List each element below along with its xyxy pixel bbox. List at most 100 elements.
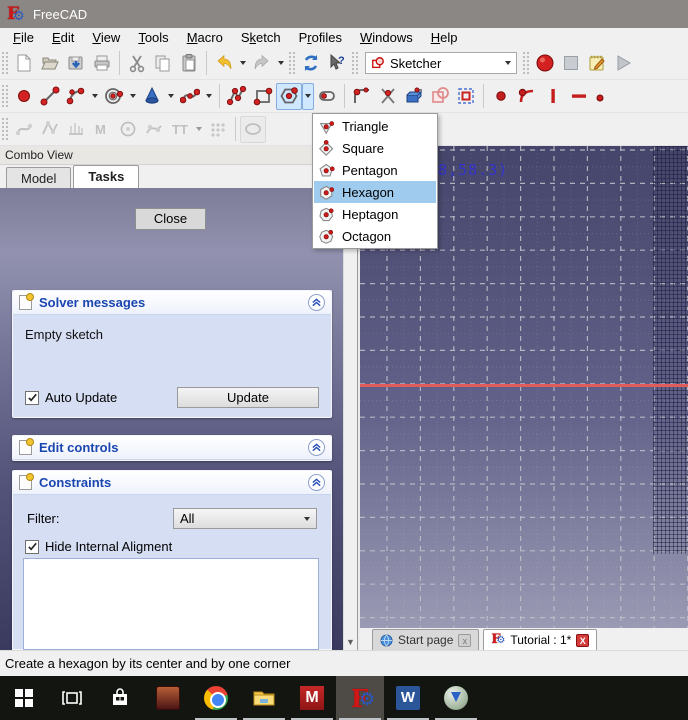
save-button[interactable]: [63, 50, 89, 77]
print-button[interactable]: [89, 50, 115, 77]
menu-profiles[interactable]: Profiles: [290, 29, 351, 46]
menu-item-square[interactable]: Square: [314, 137, 436, 159]
bspline-dropdown-button[interactable]: [193, 116, 205, 143]
constraint-vertical-button[interactable]: [540, 83, 566, 110]
create-line-button[interactable]: [37, 83, 63, 110]
toolbar-grip[interactable]: [289, 52, 295, 74]
cut-button[interactable]: [124, 50, 150, 77]
m-app-button[interactable]: M: [288, 676, 336, 720]
word-button[interactable]: W: [384, 676, 432, 720]
menu-tools[interactable]: Tools: [129, 29, 177, 46]
bspline-polygon-button[interactable]: [37, 116, 63, 143]
constraint-horizontal-button[interactable]: [566, 83, 592, 110]
collapse-button[interactable]: [308, 294, 325, 311]
chrome-button[interactable]: [192, 676, 240, 720]
create-arc-button[interactable]: [63, 83, 89, 110]
combo-view-scrollbar[interactable]: ▲ ▼: [343, 188, 356, 650]
constraint-point-on-object-button[interactable]: [514, 83, 540, 110]
hide-internal-checkbox[interactable]: Hide Internal Aligment: [25, 539, 317, 554]
menu-file[interactable]: File: [4, 29, 43, 46]
conic-dropdown-button[interactable]: [165, 83, 177, 110]
whatsthis-button[interactable]: ?: [324, 50, 350, 77]
close-tab-icon[interactable]: X: [576, 633, 590, 647]
bspline-comb-button[interactable]: [63, 116, 89, 143]
external-geometry-button[interactable]: [427, 83, 453, 110]
create-conic-button[interactable]: [139, 83, 165, 110]
copy-button[interactable]: [150, 50, 176, 77]
file-explorer-button[interactable]: [240, 676, 288, 720]
trim-button[interactable]: [375, 83, 401, 110]
redo-button[interactable]: [249, 50, 275, 77]
create-bspline-button[interactable]: [177, 83, 203, 110]
tab-model[interactable]: Model: [6, 167, 72, 188]
bspline-degree-button[interactable]: [11, 116, 37, 143]
menu-item-octagon[interactable]: Octagon: [314, 225, 436, 247]
undo-dropdown-button[interactable]: [237, 50, 249, 77]
extend-button[interactable]: [401, 83, 427, 110]
arc-dropdown-button[interactable]: [89, 83, 101, 110]
scroll-down-icon[interactable]: ▼: [344, 635, 357, 650]
increase-degree-button[interactable]: [141, 116, 167, 143]
collapse-button[interactable]: [308, 439, 325, 456]
tab-tutorial[interactable]: F ⚙ Tutorial : 1* X: [483, 629, 598, 650]
menu-item-triangle[interactable]: Triangle: [314, 115, 436, 137]
start-button[interactable]: [0, 676, 48, 720]
switch-virtual-space-button[interactable]: [240, 115, 266, 143]
create-circle-button[interactable]: [101, 83, 127, 110]
toolbar-grip[interactable]: [523, 52, 529, 74]
task-view-button[interactable]: [48, 676, 96, 720]
carbon-copy-button[interactable]: [453, 83, 479, 110]
edit-controls-header[interactable]: Edit controls: [13, 436, 331, 460]
toolbar-grip[interactable]: [352, 52, 358, 74]
knot-multiplicity-button[interactable]: TT: [167, 116, 193, 143]
polygon-dropdown-button[interactable]: [302, 82, 314, 110]
create-polyline-button[interactable]: [224, 83, 250, 110]
constraints-header[interactable]: Constraints: [13, 471, 331, 495]
menu-sketch[interactable]: Sketch: [232, 29, 290, 46]
store-button[interactable]: [96, 676, 144, 720]
circle-dropdown-button[interactable]: [127, 83, 139, 110]
auto-update-checkbox[interactable]: Auto Update: [25, 390, 117, 405]
menu-windows[interactable]: Windows: [351, 29, 422, 46]
menu-macro[interactable]: Macro: [178, 29, 232, 46]
tab-tasks[interactable]: Tasks: [73, 165, 140, 188]
collapse-button[interactable]: [308, 474, 325, 491]
create-polygon-button[interactable]: [276, 82, 302, 110]
constraint-coincident-button[interactable]: [488, 83, 514, 110]
paste-button[interactable]: [176, 50, 202, 77]
constraint-parallel-button[interactable]: [592, 83, 618, 110]
menu-item-pentagon[interactable]: Pentagon: [314, 159, 436, 181]
convert-to-bspline-button[interactable]: [115, 116, 141, 143]
create-rectangle-button[interactable]: [250, 83, 276, 110]
game-app-button[interactable]: [144, 676, 192, 720]
bspline-insert-knot-button[interactable]: [205, 116, 231, 143]
menu-item-heptagon[interactable]: Heptagon: [314, 203, 436, 225]
macro-stop-button[interactable]: [558, 50, 584, 77]
fillet-button[interactable]: [349, 83, 375, 110]
menu-help[interactable]: Help: [422, 29, 467, 46]
macro-record-button[interactable]: [532, 50, 558, 77]
close-button[interactable]: Close: [135, 208, 206, 230]
freecad-taskbar-button[interactable]: F ⚙: [336, 676, 384, 720]
new-file-button[interactable]: [11, 50, 37, 77]
filter-dropdown[interactable]: All: [173, 508, 317, 529]
update-button[interactable]: Update: [177, 387, 319, 408]
solver-messages-header[interactable]: Solver messages: [13, 291, 331, 315]
close-tab-icon[interactable]: x: [458, 633, 472, 647]
toolbar-grip[interactable]: [2, 118, 8, 140]
bspline-multiplicity-button[interactable]: M: [89, 116, 115, 143]
constraints-list[interactable]: [23, 558, 319, 650]
menu-view[interactable]: View: [83, 29, 129, 46]
macro-edit-button[interactable]: [584, 50, 610, 77]
create-point-button[interactable]: [11, 83, 37, 110]
macro-play-button[interactable]: [610, 50, 636, 77]
refresh-button[interactable]: [298, 50, 324, 77]
downloader-button[interactable]: [432, 676, 480, 720]
toolbar-grip[interactable]: [2, 52, 8, 74]
workbench-selector[interactable]: Sketcher: [365, 52, 517, 74]
menu-item-hexagon[interactable]: Hexagon: [314, 181, 436, 203]
redo-dropdown-button[interactable]: [275, 50, 287, 77]
tab-start-page[interactable]: Start page x: [372, 629, 480, 650]
open-file-button[interactable]: [37, 50, 63, 77]
bspline-dropdown-button[interactable]: [203, 83, 215, 110]
